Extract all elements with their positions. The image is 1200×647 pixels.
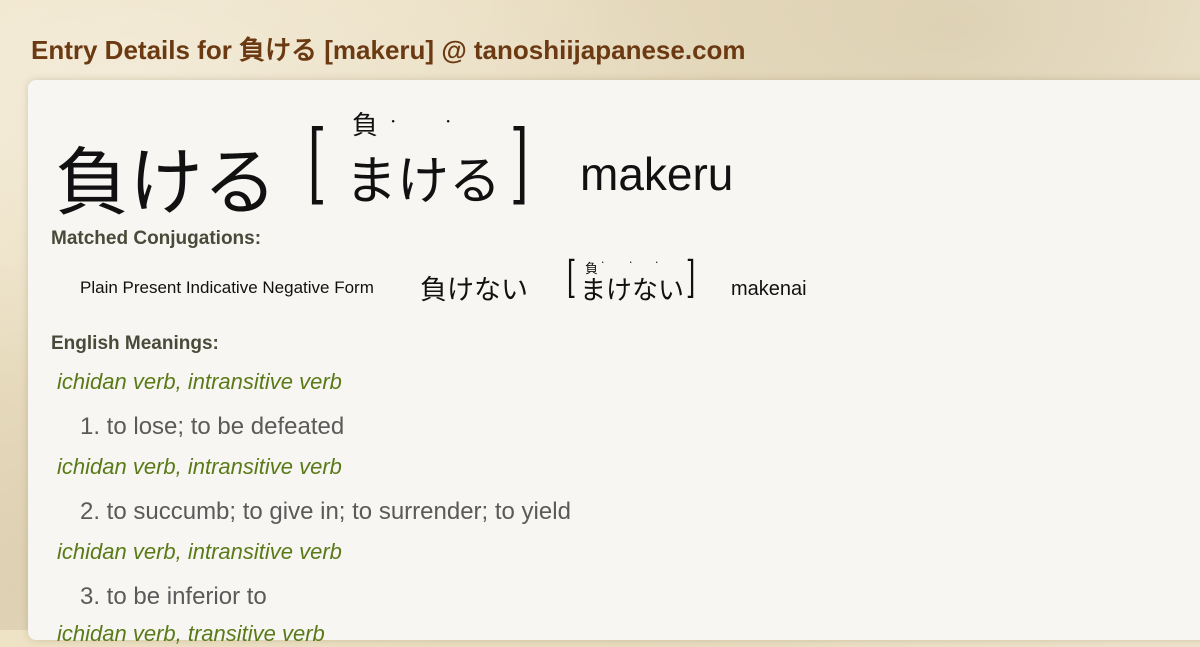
matched-conjugations-label: Matched Conjugations: <box>51 228 262 249</box>
conjugation-row: Plain Present Indicative Negative Form 負… <box>80 252 840 308</box>
furigana-dot: · <box>629 256 633 269</box>
headword-reading: まける <box>345 152 502 212</box>
furigana-dot: · <box>601 256 605 269</box>
headword-romaji: makeru <box>580 148 734 200</box>
furigana-dot: · <box>445 109 452 133</box>
conjugation-close-bracket: ] <box>685 252 696 303</box>
meaning-text: 2. to succumb; to give in; to surrender;… <box>80 498 571 525</box>
reading-close-bracket: ] <box>509 111 529 214</box>
conjugation-reading: まけない <box>580 276 685 306</box>
part-of-speech: ichidan verb, intransitive verb <box>57 539 342 564</box>
conjugation-open-bracket: [ <box>566 252 577 303</box>
headword-kanji: 負ける <box>55 140 277 226</box>
furigana-dot: · <box>655 256 659 269</box>
conjugation-form: Plain Present Indicative Negative Form <box>80 278 374 297</box>
conjugation-kanji: 負けない <box>420 275 528 306</box>
conjugation-romaji: makenai <box>731 278 807 300</box>
furigana-kanji: 負 <box>352 111 379 141</box>
english-meanings-label: English Meanings: <box>51 333 219 354</box>
part-of-speech: ichidan verb, intransitive verb <box>57 369 342 394</box>
meaning-text: 3. to be inferior to <box>80 583 267 610</box>
part-of-speech: ichidan verb, intransitive verb <box>57 454 342 479</box>
part-of-speech: ichidan verb, transitive verb <box>57 621 325 646</box>
furigana-dot: · <box>390 109 397 133</box>
meaning-text: 1. to lose; to be defeated <box>80 413 345 440</box>
reading-open-bracket: [ <box>307 111 327 214</box>
page-title: Entry Details for 負ける [makeru] @ tanoshi… <box>31 35 746 65</box>
